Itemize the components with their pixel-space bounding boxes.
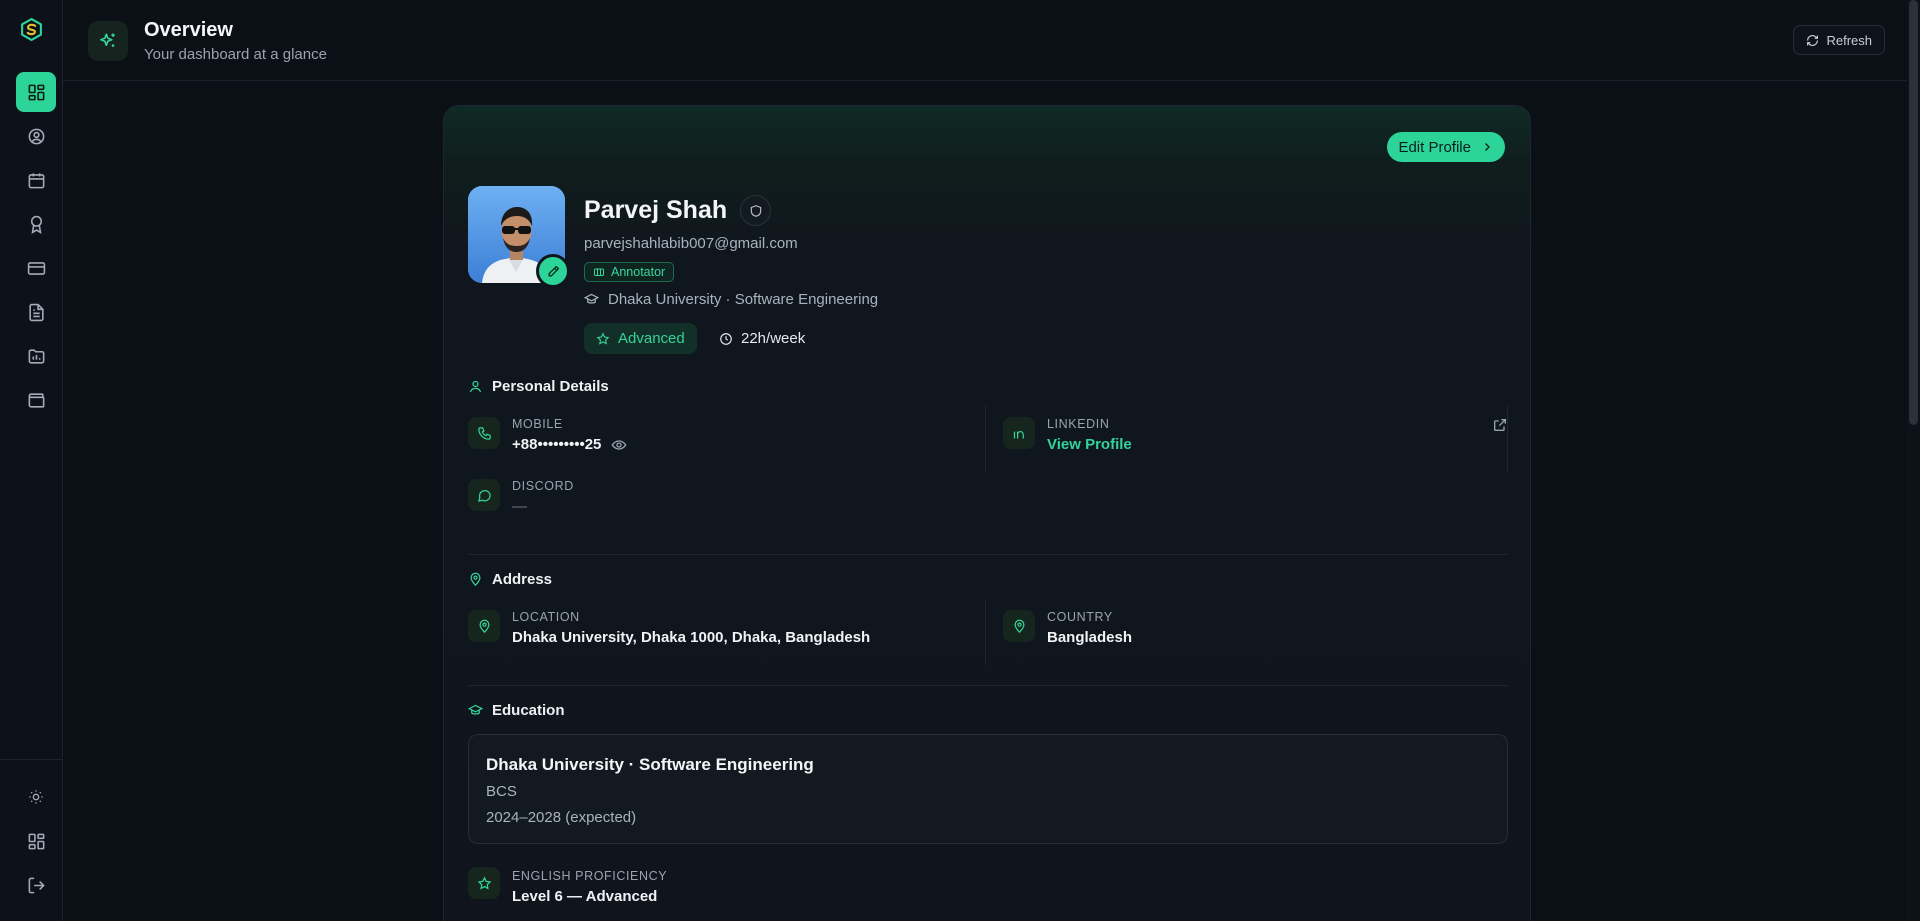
mobile-value: +88•••••••••25 [512, 436, 627, 453]
english-proficiency-label: ENGLISH PROFICIENCY [512, 869, 668, 883]
education-entry: Dhaka University · Software Engineering … [468, 734, 1508, 844]
sidebar-item-wallet[interactable] [16, 380, 56, 420]
sidebar-item-payments[interactable] [16, 248, 56, 288]
location-pin-icon [468, 610, 500, 642]
calendar-icon [28, 172, 44, 188]
shield-icon [750, 204, 761, 217]
discord-icon [468, 479, 500, 511]
app-logo-icon[interactable] [19, 17, 44, 42]
graduation-cap-icon [468, 704, 483, 715]
discord-value: — [512, 498, 527, 515]
english-proficiency-value: Level 6 — Advanced [512, 888, 658, 905]
chevron-right-icon [1485, 143, 1490, 151]
sidebar-divider [0, 759, 63, 760]
user-icon [469, 380, 482, 393]
sidebar-item-calendar[interactable] [16, 160, 56, 200]
clock-icon [720, 332, 732, 345]
column-divider [1507, 406, 1508, 472]
document-icon [28, 303, 44, 321]
mobile-label: MOBILE [512, 417, 563, 431]
page-scrollbar[interactable] [1906, 0, 1920, 921]
level-label: Advanced [618, 330, 685, 347]
column-divider [985, 599, 986, 665]
change-avatar-button[interactable] [536, 254, 570, 288]
column-divider [985, 406, 986, 472]
profile-name: Parvej Shah [584, 196, 728, 224]
page-title: Overview [144, 19, 233, 41]
country-value: Bangladesh [1047, 629, 1133, 646]
page-subtitle: Your dashboard at a glance [144, 46, 327, 63]
hours-per-week: 22h/week [719, 323, 805, 354]
role-badge: Annotator [584, 262, 675, 282]
external-link-icon[interactable] [1492, 417, 1508, 433]
mobile-number: +88•••••••••25 [512, 436, 602, 453]
address-heading: Address [468, 571, 552, 588]
award-icon [30, 215, 42, 234]
education-institution: Dhaka University · Software Engineering [486, 755, 814, 774]
workspace-switch-button[interactable] [16, 821, 56, 861]
profile-email: parvejshahlabib007@gmail.com [584, 235, 798, 252]
country-label: COUNTRY [1047, 610, 1113, 624]
eye-icon[interactable] [611, 437, 627, 453]
map-pin-icon [470, 572, 481, 586]
address-title: Address [492, 571, 553, 588]
location-label: LOCATION [512, 610, 580, 624]
sidebar-item-profile[interactable] [16, 116, 56, 156]
edit-profile-button[interactable]: Edit Profile [1387, 132, 1505, 162]
edit-profile-label: Edit Profile [1398, 138, 1471, 156]
location-value: Dhaka University, Dhaka 1000, Dhaka, Ban… [512, 629, 871, 646]
scrollbar-thumb[interactable] [1909, 0, 1918, 425]
verification-button[interactable] [740, 195, 771, 226]
education-title: Education [492, 702, 565, 719]
university-text: Dhaka University · Software Engineering [608, 291, 879, 308]
sidebar-item-reports[interactable] [16, 336, 56, 376]
sidebar-item-dashboard[interactable] [16, 72, 56, 112]
logout-icon [28, 877, 45, 893]
education-degree: BCS [486, 783, 517, 800]
education-years: 2024–2028 (expected) [486, 809, 637, 826]
sparkles-icon [88, 21, 128, 61]
refresh-icon [1807, 34, 1819, 46]
role-label: Annotator [611, 265, 666, 279]
refresh-label: Refresh [1826, 32, 1872, 48]
sidebar-item-documents[interactable] [16, 292, 56, 332]
discord-label: DISCORD [512, 479, 574, 493]
personal-details-heading: Personal Details [468, 378, 609, 395]
page-header: Overview Your dashboard at a glance Refr… [63, 0, 1920, 81]
id-card-icon [594, 268, 604, 276]
personal-details-title: Personal Details [492, 378, 609, 395]
graduation-cap-icon [584, 293, 599, 304]
theme-toggle-button[interactable] [16, 777, 56, 817]
star-icon [596, 331, 610, 345]
dashboard-icon [28, 833, 44, 849]
chart-folder-icon [28, 348, 44, 364]
sidebar [0, 0, 63, 921]
refresh-button[interactable]: Refresh [1793, 25, 1885, 55]
section-divider [468, 685, 1508, 686]
sidebar-item-achievements[interactable] [16, 204, 56, 244]
proficiency-star-icon [468, 867, 500, 899]
university-line: Dhaka University · Software Engineering [584, 291, 878, 308]
profile-card: Edit Profile Parvej Shah parvejshahlabib… [443, 105, 1531, 921]
credit-card-icon [27, 261, 45, 275]
logout-button[interactable] [16, 865, 56, 905]
education-heading: Education [468, 702, 565, 719]
sun-icon [29, 790, 43, 804]
dashboard-icon [28, 84, 44, 100]
phone-icon [468, 417, 500, 449]
wallet-icon [28, 392, 44, 408]
level-badge: Advanced [584, 323, 697, 354]
linkedin-label: LINKEDIN [1047, 417, 1110, 431]
pencil-icon [548, 265, 559, 276]
linkedin-link[interactable]: View Profile [1047, 436, 1132, 453]
country-pin-icon [1003, 610, 1035, 642]
linkedin-icon [1003, 417, 1035, 449]
hours-label: 22h/week [741, 330, 806, 347]
section-divider [468, 554, 1508, 555]
user-circle-icon [28, 128, 44, 144]
